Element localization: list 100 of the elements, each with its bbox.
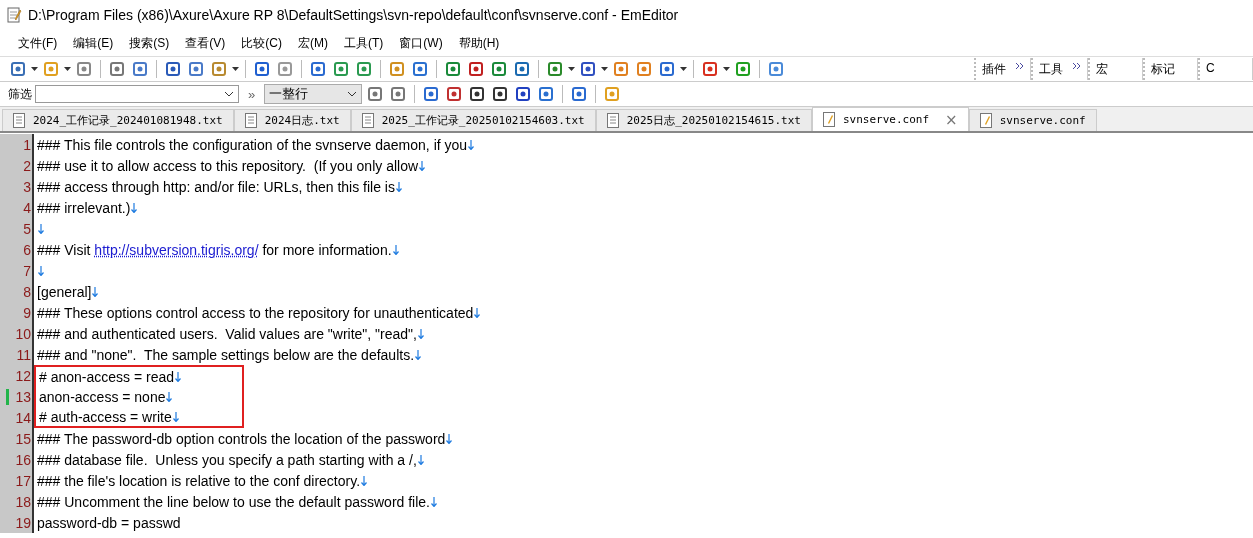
chevron-icon[interactable] [1016,63,1024,69]
toolbar-panel[interactable]: 工具 [1031,58,1088,80]
tab-label: 2024日志.txt [264,113,340,128]
line-end-arrow-icon [131,202,138,213]
line-number: 2 [23,157,31,174]
caret-icon[interactable] [601,67,608,71]
line-number: 15 [15,430,31,447]
tab-label: 2024_工作记录_202401081948.txt [33,113,223,128]
menu-item[interactable]: 查看(V) [177,34,234,52]
tab-label: 2025_工作记录_20250102154603.txt [381,113,585,128]
notepad-icon [979,113,992,128]
code-line: anon-access = none [39,388,166,405]
menu-item[interactable]: 帮助(H) [450,34,508,52]
file-tab[interactable]: 2025_工作记录_20250102154603.txt [350,109,596,131]
line-number: 11 [16,346,31,363]
code-line: ### and "none". The sample settings below are the defaults. [37,346,415,363]
caret-icon [224,91,234,97]
code-line: ### These options control access to the repository for unauthenticated [37,304,474,321]
line-end-arrow-icon [166,391,173,402]
menu-item[interactable]: 比较(C) [233,34,290,52]
text-file-icon [244,113,257,128]
menu-item[interactable]: 编辑(E) [65,34,122,52]
caret-icon[interactable] [64,67,71,71]
line-end-arrow-icon [396,181,402,192]
menu-item[interactable]: 文件(F) [10,34,66,52]
code-line: ### the file's location is relative to the conf directory. [37,472,361,489]
line-end-arrow-icon [446,433,453,444]
code-text: for more information. [261,241,392,258]
tab-label: svnserve.conf [842,113,930,126]
file-tab[interactable]: 2024日志.txt [233,109,351,131]
line-end-arrow-icon [417,328,424,339]
line-number: 18 [15,493,31,510]
file-tab[interactable]: 2024_工作记录_202401081948.txt [2,109,234,131]
caret-icon[interactable] [232,67,239,71]
line-number: 9 [23,304,31,321]
caret-icon[interactable] [723,67,730,71]
code-line: ### irrelevant.) [37,199,131,216]
tab-label: svnserve.conf [999,114,1086,127]
line-end-arrow-icon [417,454,424,465]
line-number: 19 [15,514,31,531]
line-end-arrow-icon [474,307,481,318]
more-button[interactable]: » [242,86,262,102]
text-file-icon [13,113,25,128]
code-line: ### database file. Unless you specify a path starting with a /, [37,451,417,468]
line-end-arrow-icon [175,371,182,382]
line-number: 13 [15,388,31,405]
code-text: ### Visit [37,241,92,258]
caret-icon[interactable] [568,67,575,71]
code-line: ### This file controls the configuration of the svnserve daemon, if you [37,136,468,153]
file-tab[interactable]: svnserve.conf [968,109,1097,131]
line-end-arrow-icon [38,223,44,234]
line-end-arrow-icon [419,160,426,171]
line-end-arrow-icon [361,475,368,486]
line-end-arrow-icon [392,244,399,255]
line-end-arrow-icon [172,411,179,422]
tab-label: 2025日志_20250102154615.txt [626,113,801,128]
toolbar-panel[interactable]: 标记 [1143,58,1198,80]
toolbar-panel[interactable]: 插件 [974,58,1031,80]
code-line: password-db = passwd [37,514,181,531]
line-number: 14 [15,409,31,426]
line-number: 10 [15,325,31,342]
caret-icon[interactable] [680,67,687,71]
caret-icon[interactable] [31,67,38,71]
file-tab[interactable]: 2025日志_20250102154615.txt [595,109,812,131]
line-number: 4 [23,199,31,216]
close-tab-button[interactable]: × [945,110,958,129]
line-number: 3 [23,178,31,195]
code-line: # anon-access = read [39,368,175,385]
line-number: 12 [15,367,31,384]
code-line: ### access through http: and/or file: URLs, then this file is [37,178,395,195]
line-number: 7 [23,262,31,279]
file-tab[interactable]: svnserve.conf × [811,107,969,131]
panel-label: C [1206,61,1215,75]
text-file-icon [606,113,619,128]
filter-combobox[interactable] [35,85,239,103]
panel-label: 工具 [1039,61,1063,78]
line-number: 16 [15,451,31,468]
line-end-arrow-icon [431,496,437,507]
line-number: 17 [15,472,31,489]
code-line: # auth-access = write [39,408,172,425]
text-file-icon [361,113,374,128]
toolbar-panel[interactable]: 宏 [1088,58,1143,80]
line-end-arrow-icon [415,349,422,360]
code-line: ### use it to allow access to this repository. (If you only allow [37,157,419,174]
caret-icon [347,91,358,97]
panel-label: 宏 [1096,61,1108,78]
code-line: ### Uncomment the line below to use the default password file. [37,493,430,510]
toolbar-panel[interactable]: C [1198,58,1253,80]
chevron-icon[interactable] [1073,63,1081,69]
menu-item[interactable]: 窗口(W) [391,34,451,52]
panel-label: 标记 [1151,61,1175,78]
url-link[interactable]: http://subversion.tigris.org/ [94,241,259,258]
filter-mode-dropdown[interactable]: 一整行 [264,84,363,104]
panel-label: 插件 [982,61,1006,78]
notepad-icon [822,112,835,127]
line-end-arrow-icon [92,286,99,297]
menu-item[interactable]: 搜索(S) [121,34,178,52]
menu-item[interactable]: 宏(M) [290,34,336,52]
line-number: 6 [23,241,31,258]
menu-item[interactable]: 工具(T) [336,34,392,52]
